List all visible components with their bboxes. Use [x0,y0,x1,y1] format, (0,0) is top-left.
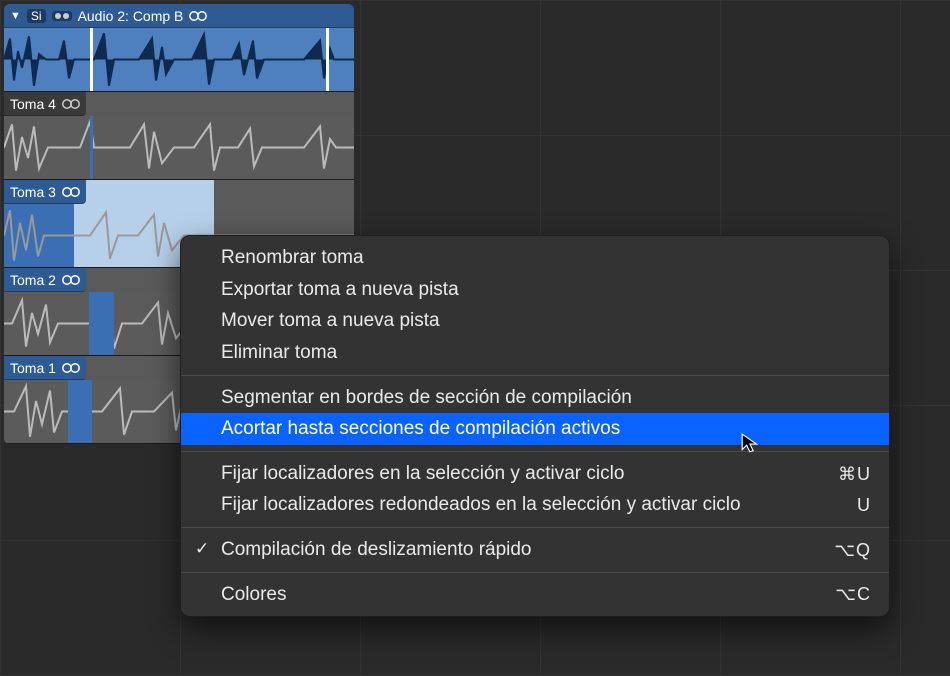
active-comp-section[interactable] [89,292,114,355]
shortcut-label: ⌥C [835,582,871,606]
menu-colors[interactable]: Colores⌥C [181,579,889,611]
playhead-marker [90,28,93,91]
comp-track-title: Audio 2: Comp B [78,8,184,24]
menu-move-take[interactable]: Mover toma a nueva pista [181,305,889,337]
comp-track-header[interactable]: ▼ Si Audio 2: Comp B [4,4,354,28]
region-icons [52,11,72,21]
comp-track[interactable]: ▼ Si Audio 2: Comp B [4,4,354,92]
shortcut-label: ⌘U [838,462,871,486]
comp-waveform[interactable] [4,28,354,91]
take-header[interactable]: Toma 2 [4,268,86,292]
take-header[interactable]: Toma 3 [4,180,86,204]
disclosure-triangle-icon[interactable]: ▼ [10,10,21,22]
menu-separator [181,375,889,376]
checkmark-icon: ✓ [195,538,209,561]
take-label: Toma 3 [10,184,56,200]
menu-slice-at-comp-borders[interactable]: Segmentar en bordes de sección de compil… [181,382,889,414]
edge-marker [326,28,329,91]
take-header[interactable]: Toma 4 [4,92,86,116]
take-label: Toma 4 [10,96,56,112]
menu-separator [181,451,889,452]
loop-icon [189,9,207,23]
menu-separator [181,527,889,528]
menu-trim-to-active-comp[interactable]: Acortar hasta secciones de compilación a… [181,413,889,445]
take-header[interactable]: Toma 1 [4,356,86,380]
take-label: Toma 1 [10,360,56,376]
loop-icon [62,185,80,199]
active-comp-section[interactable] [68,380,92,443]
comp-marker [90,116,93,179]
menu-set-locators-cycle[interactable]: Fijar localizadores en la selección y ac… [181,458,889,490]
loop-icon [62,361,80,375]
menu-delete-take[interactable]: Eliminar toma [181,337,889,369]
menu-quick-swipe-comping[interactable]: ✓Compilación de deslizamiento rápido⌥Q [181,534,889,566]
menu-set-rounded-locators-cycle[interactable]: Fijar localizadores redondeados en la se… [181,489,889,521]
shortcut-label: U [857,493,871,517]
take-lane[interactable]: Toma 4 [4,92,354,180]
menu-rename-take[interactable]: Renombrar toma [181,242,889,274]
shortcut-label: ⌥Q [834,538,871,562]
loop-icon [62,273,80,287]
take-label: Toma 2 [10,272,56,288]
take-context-menu[interactable]: Renombrar toma Exportar toma a nueva pis… [180,235,890,617]
loop-icon [62,97,80,111]
si-indicator: Si [27,9,46,23]
menu-separator [181,572,889,573]
menu-export-take[interactable]: Exportar toma a nueva pista [181,274,889,306]
take-waveform[interactable] [4,116,354,179]
